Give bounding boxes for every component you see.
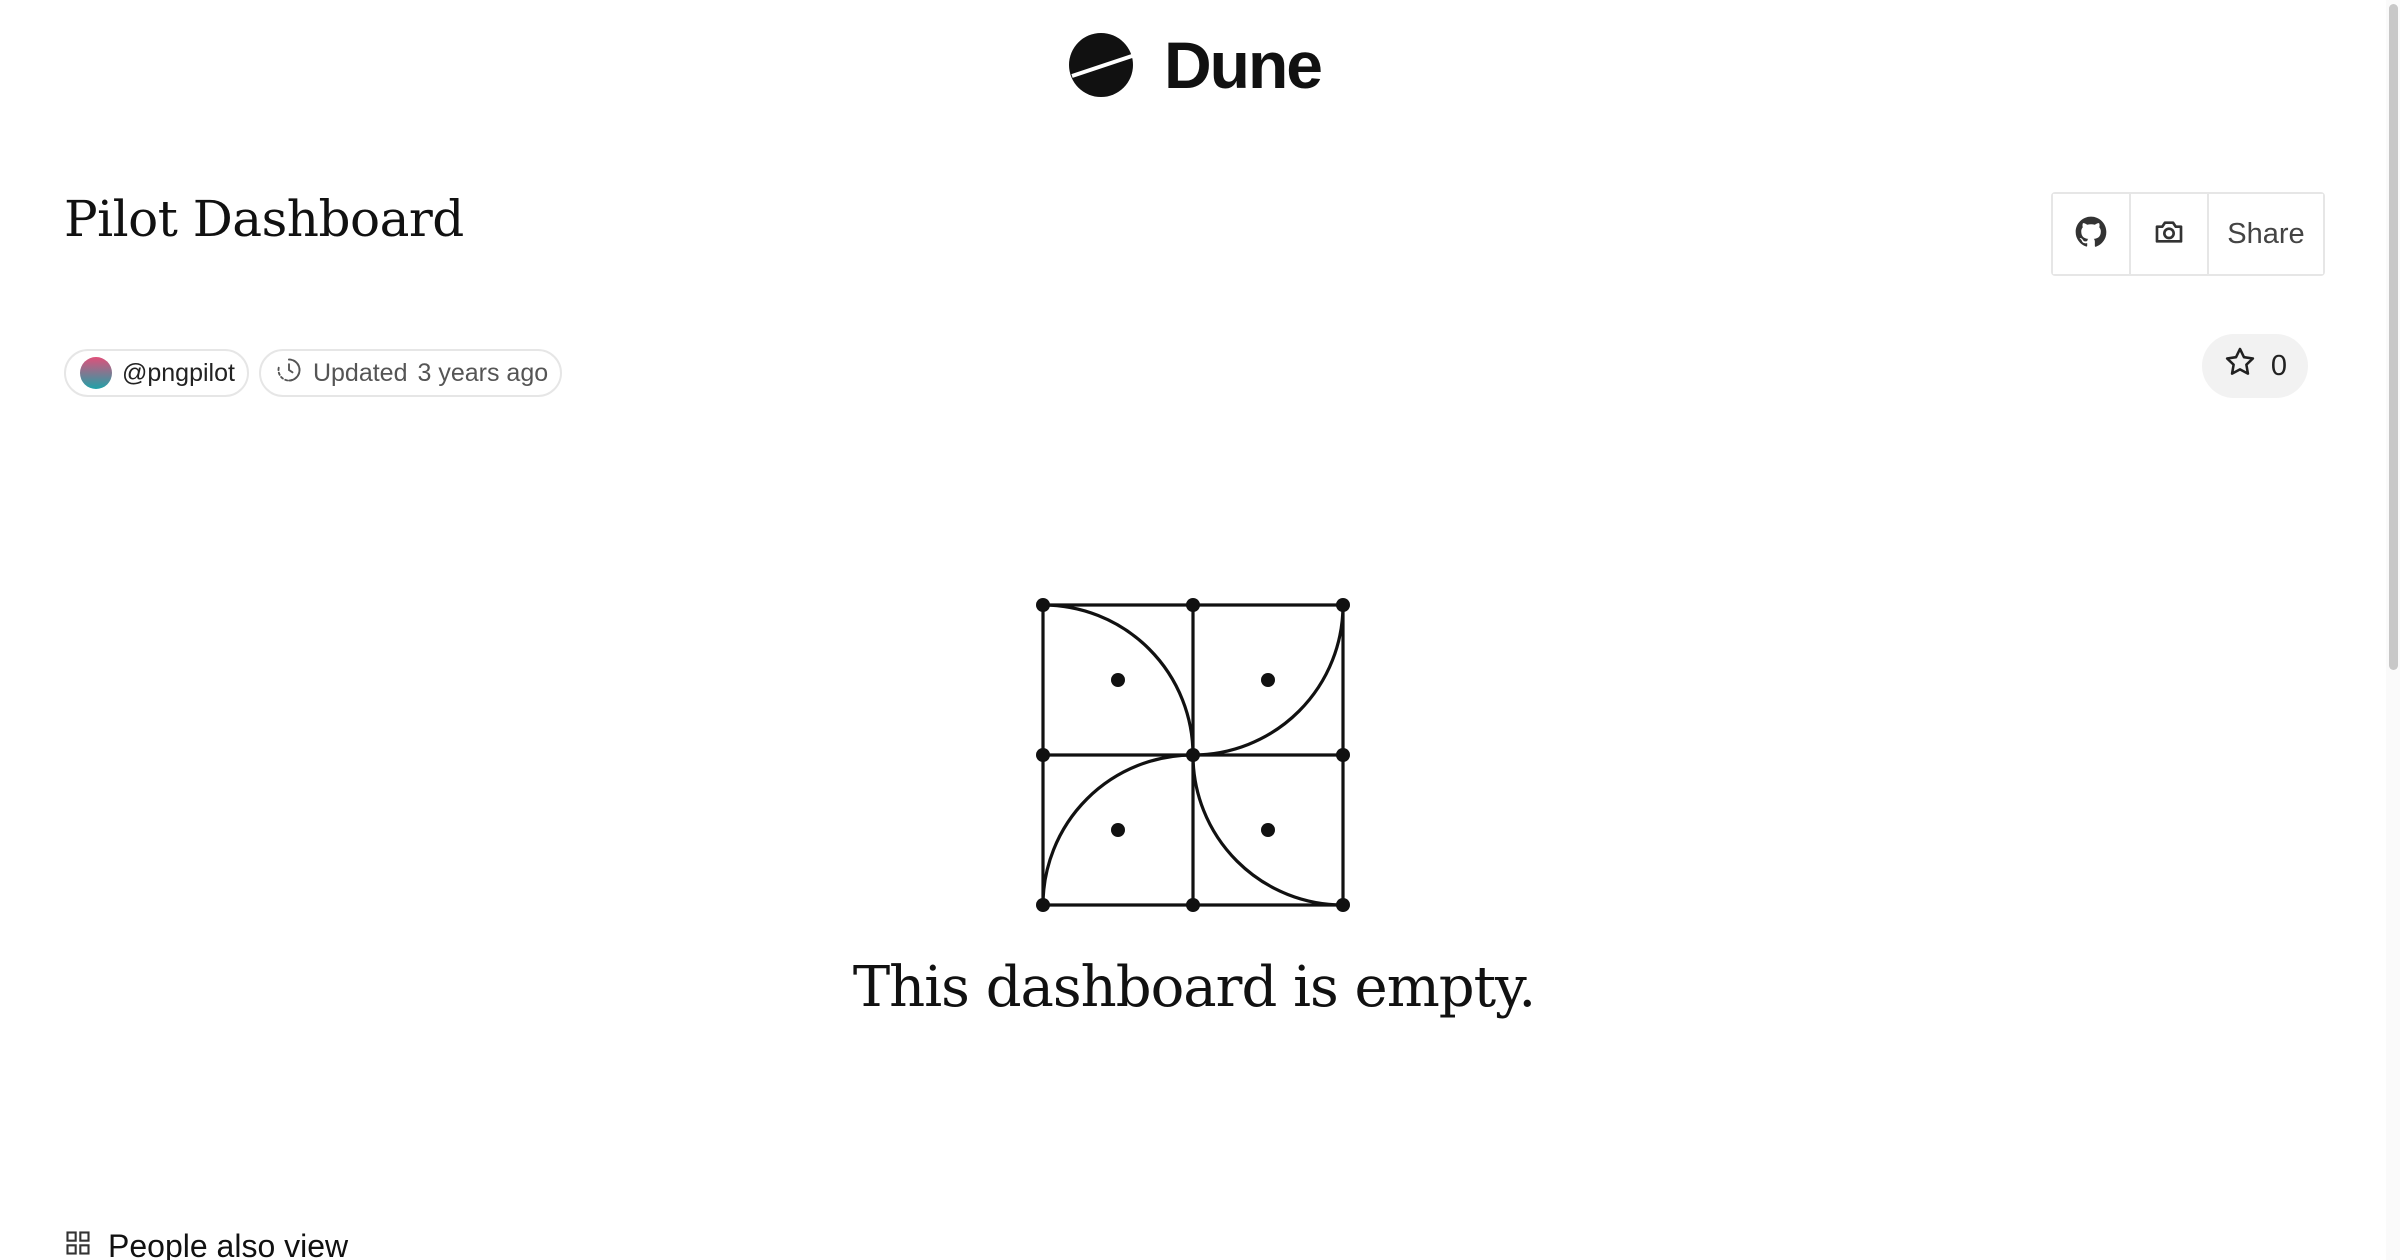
page-title: Pilot Dashboard xyxy=(64,190,464,248)
github-icon xyxy=(2075,216,2107,253)
avatar xyxy=(80,357,112,389)
owner-handle: @pngpilot xyxy=(122,358,235,387)
brand-name: Dune xyxy=(1164,28,1323,102)
dune-logo-link[interactable]: Dune xyxy=(1068,28,1323,102)
star-icon xyxy=(2223,345,2257,387)
clock-icon xyxy=(275,356,303,391)
owner-pill[interactable]: @pngpilot xyxy=(64,349,249,397)
updated-time: 3 years ago xyxy=(417,358,549,387)
page: Dune Pilot Dashboard Share @pngpilot Upd… xyxy=(0,0,2400,1260)
empty-grid-illustration xyxy=(1028,590,1358,925)
camera-icon xyxy=(2153,216,2185,253)
empty-state-message: This dashboard is empty. xyxy=(852,955,1536,1020)
dune-logo-icon xyxy=(1068,32,1134,98)
dashboard-meta: @pngpilot Updated 3 years ago xyxy=(64,349,563,397)
star-count: 0 xyxy=(2270,349,2288,382)
updated-label: Updated xyxy=(312,358,408,387)
share-button[interactable]: Share xyxy=(2209,194,2323,274)
dashboard-actions: Share xyxy=(2051,192,2325,276)
star-button[interactable]: 0 xyxy=(2202,334,2308,398)
github-button[interactable] xyxy=(2053,194,2131,274)
people-also-view-header: People also view xyxy=(64,1228,348,1260)
grid-icon xyxy=(64,1228,92,1260)
page-scrollbar[interactable] xyxy=(2386,0,2400,1260)
screenshot-button[interactable] xyxy=(2131,194,2209,274)
updated-pill: Updated 3 years ago xyxy=(258,349,563,397)
scrollbar-thumb[interactable] xyxy=(2389,4,2398,670)
people-also-view-heading: People also view xyxy=(108,1228,349,1260)
